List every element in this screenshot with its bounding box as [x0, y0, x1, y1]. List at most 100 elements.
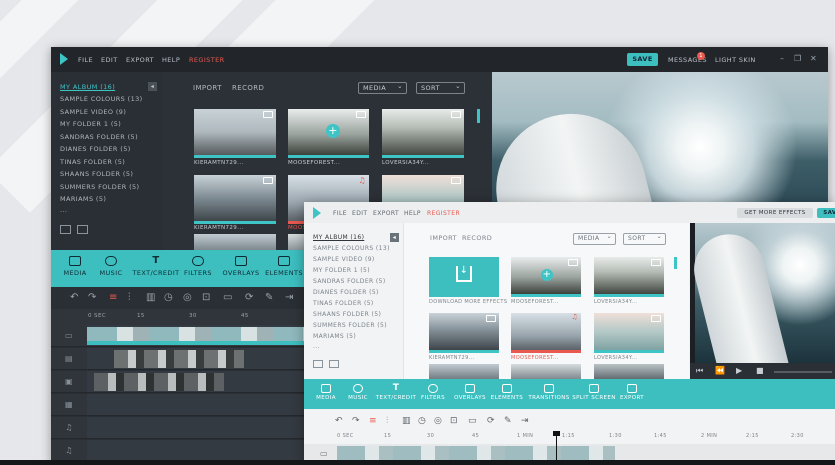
crop-icon[interactable]: ⊡	[202, 292, 211, 303]
rotate-icon[interactable]: ⟳	[245, 292, 254, 303]
menu-register[interactable]: REGISTER	[189, 56, 225, 64]
add-to-timeline-icon[interactable]: +	[326, 124, 340, 138]
add-to-timeline-icon[interactable]: +	[541, 269, 553, 281]
import-button[interactable]: IMPORT	[193, 84, 222, 92]
menu-register[interactable]: REGISTER	[427, 210, 460, 217]
pin-icon[interactable]: ✎	[265, 292, 274, 303]
color-icon[interactable]: ◎	[183, 292, 192, 303]
cut-icon[interactable]: ≡	[369, 416, 377, 426]
save-button[interactable]: SAVE	[627, 53, 658, 66]
toolbar-elements[interactable]: ELEMENTS	[260, 250, 308, 277]
timeline-clip[interactable]	[94, 373, 224, 391]
collapse-sidebar-icon[interactable]: ◂	[390, 233, 399, 242]
split-icon[interactable]: ⫶	[386, 416, 389, 426]
menu-file[interactable]: FILE	[333, 210, 347, 217]
toolbar-transitions[interactable]: TRANSITIONS	[526, 379, 572, 401]
import-button[interactable]: IMPORT	[430, 234, 457, 242]
media-thumbnail[interactable]	[194, 109, 276, 158]
record-button[interactable]: RECORD	[232, 84, 264, 92]
media-filter-select[interactable]: MEDIA	[358, 81, 407, 94]
export-clip-icon[interactable]: ⇥	[521, 416, 529, 426]
add-folder-icon[interactable]	[60, 225, 71, 234]
toolbar-music[interactable]: MUSIC	[87, 250, 135, 277]
album-item[interactable]: TINAS FOLDER (5)	[60, 158, 125, 166]
album-item[interactable]: SANDRAS FOLDER (5)	[60, 133, 138, 141]
album-item[interactable]: TINAS FOLDER (5)	[313, 300, 374, 307]
cut-icon[interactable]: ≡	[109, 292, 118, 303]
save-button[interactable]: SAVE	[817, 208, 835, 218]
collapse-sidebar-icon[interactable]: ◂	[148, 82, 157, 91]
media-thumbnail[interactable]	[382, 109, 464, 158]
album-item[interactable]: SHAANS FOLDER (5)	[60, 170, 133, 178]
album-item[interactable]: MY ALBUM (16)	[60, 83, 115, 91]
split-icon[interactable]: ⫶	[128, 292, 131, 303]
album-item[interactable]: SANDRAS FOLDER (5)	[313, 278, 386, 285]
playhead-handle[interactable]	[553, 431, 560, 436]
rotate-icon[interactable]: ⟳	[487, 416, 495, 426]
menu-export[interactable]: EXPORT	[126, 56, 154, 64]
album-item[interactable]: SAMPLE COLOURS (13)	[313, 245, 390, 252]
remove-folder-icon[interactable]	[329, 360, 339, 368]
library-scrollbar[interactable]	[674, 257, 677, 269]
album-item[interactable]: DIANES FOLDER (5)	[60, 145, 131, 153]
sort-select[interactable]: SORT	[416, 81, 465, 94]
stop-icon[interactable]: ■	[756, 366, 764, 375]
media-thumbnail[interactable]	[429, 313, 499, 353]
media-thumbnail[interactable]	[594, 364, 664, 380]
screen-icon[interactable]: ▭	[468, 416, 477, 426]
menu-edit[interactable]: EDIT	[352, 210, 367, 217]
download-effects-tile[interactable]: ↓	[429, 257, 499, 297]
media-thumbnail[interactable]	[429, 364, 499, 380]
album-item[interactable]: SHAANS FOLDER (5)	[313, 311, 381, 318]
add-folder-icon[interactable]	[313, 360, 323, 368]
remove-folder-icon[interactable]	[77, 225, 88, 234]
album-item[interactable]: SAMPLE COLOURS (13)	[60, 95, 143, 103]
progress-track[interactable]	[774, 371, 832, 373]
media-thumbnail[interactable]: +	[288, 109, 369, 158]
toolbar-export[interactable]: EXPORT	[612, 379, 652, 401]
speed-icon[interactable]: ◷	[164, 292, 173, 303]
skip-back-icon[interactable]: ⏮	[696, 366, 704, 376]
record-button[interactable]: RECORD	[462, 234, 492, 242]
album-item[interactable]: DIANES FOLDER (5)	[313, 289, 379, 296]
menu-help[interactable]: HELP	[162, 56, 180, 64]
album-item[interactable]: SUMMERS FOLDER (5)	[60, 183, 140, 191]
close-icon[interactable]: ✕	[810, 54, 817, 63]
media-thumbnail[interactable]	[511, 364, 581, 380]
media-thumbnail[interactable]: ♫	[511, 313, 581, 353]
toolbar-text-credit[interactable]: T TEXT/CREDIT	[374, 379, 418, 402]
media-thumbnail[interactable]	[594, 313, 664, 353]
menu-file[interactable]: FILE	[78, 56, 93, 64]
timeline-clip[interactable]	[87, 327, 337, 345]
media-thumbnail[interactable]	[194, 175, 276, 224]
album-item[interactable]: SAMPLE VIDEO (9)	[313, 256, 375, 263]
menu-edit[interactable]: EDIT	[101, 56, 118, 64]
toolbar-filters[interactable]: FILTERS	[174, 250, 222, 277]
media-filter-select[interactable]: MEDIA	[573, 232, 616, 245]
album-item[interactable]: SAMPLE VIDEO (9)	[60, 108, 126, 116]
toolbar-filters[interactable]: FILTERS	[413, 379, 453, 401]
play-icon[interactable]: ▶	[736, 366, 743, 375]
album-item[interactable]: MARIAMS (5)	[60, 195, 106, 203]
toolbar-split-screen[interactable]: SPLIT SCREEN	[571, 379, 617, 401]
step-back-icon[interactable]: ⏪	[715, 366, 725, 375]
undo-icon[interactable]: ↶	[335, 416, 343, 426]
color-icon[interactable]: ◎	[434, 416, 442, 426]
undo-icon[interactable]: ↶	[70, 292, 79, 303]
export-clip-icon[interactable]: ⇥	[285, 292, 294, 303]
album-item[interactable]: MY ALBUM (16)	[313, 234, 364, 241]
delete-icon[interactable]: ▥	[146, 292, 156, 303]
timeline-clip[interactable]	[114, 350, 244, 368]
media-thumbnail[interactable]	[594, 257, 664, 297]
toolbar-elements[interactable]: ELEMENTS	[487, 379, 527, 401]
album-item[interactable]: MY FOLDER 1 (5)	[60, 120, 121, 128]
speed-icon[interactable]: ◷	[418, 416, 426, 426]
toolbar-overlays[interactable]: OVERLAYS	[450, 379, 490, 401]
delete-icon[interactable]: ▥	[402, 416, 411, 426]
redo-icon[interactable]: ↷	[88, 292, 97, 303]
sort-select[interactable]: SORT	[623, 232, 666, 245]
get-more-effects-button[interactable]: GET MORE EFFECTS	[737, 208, 813, 218]
toolbar-overlays[interactable]: OVERLAYS	[217, 250, 265, 277]
redo-icon[interactable]: ↷	[352, 416, 360, 426]
screen-icon[interactable]: ▭	[223, 292, 233, 303]
